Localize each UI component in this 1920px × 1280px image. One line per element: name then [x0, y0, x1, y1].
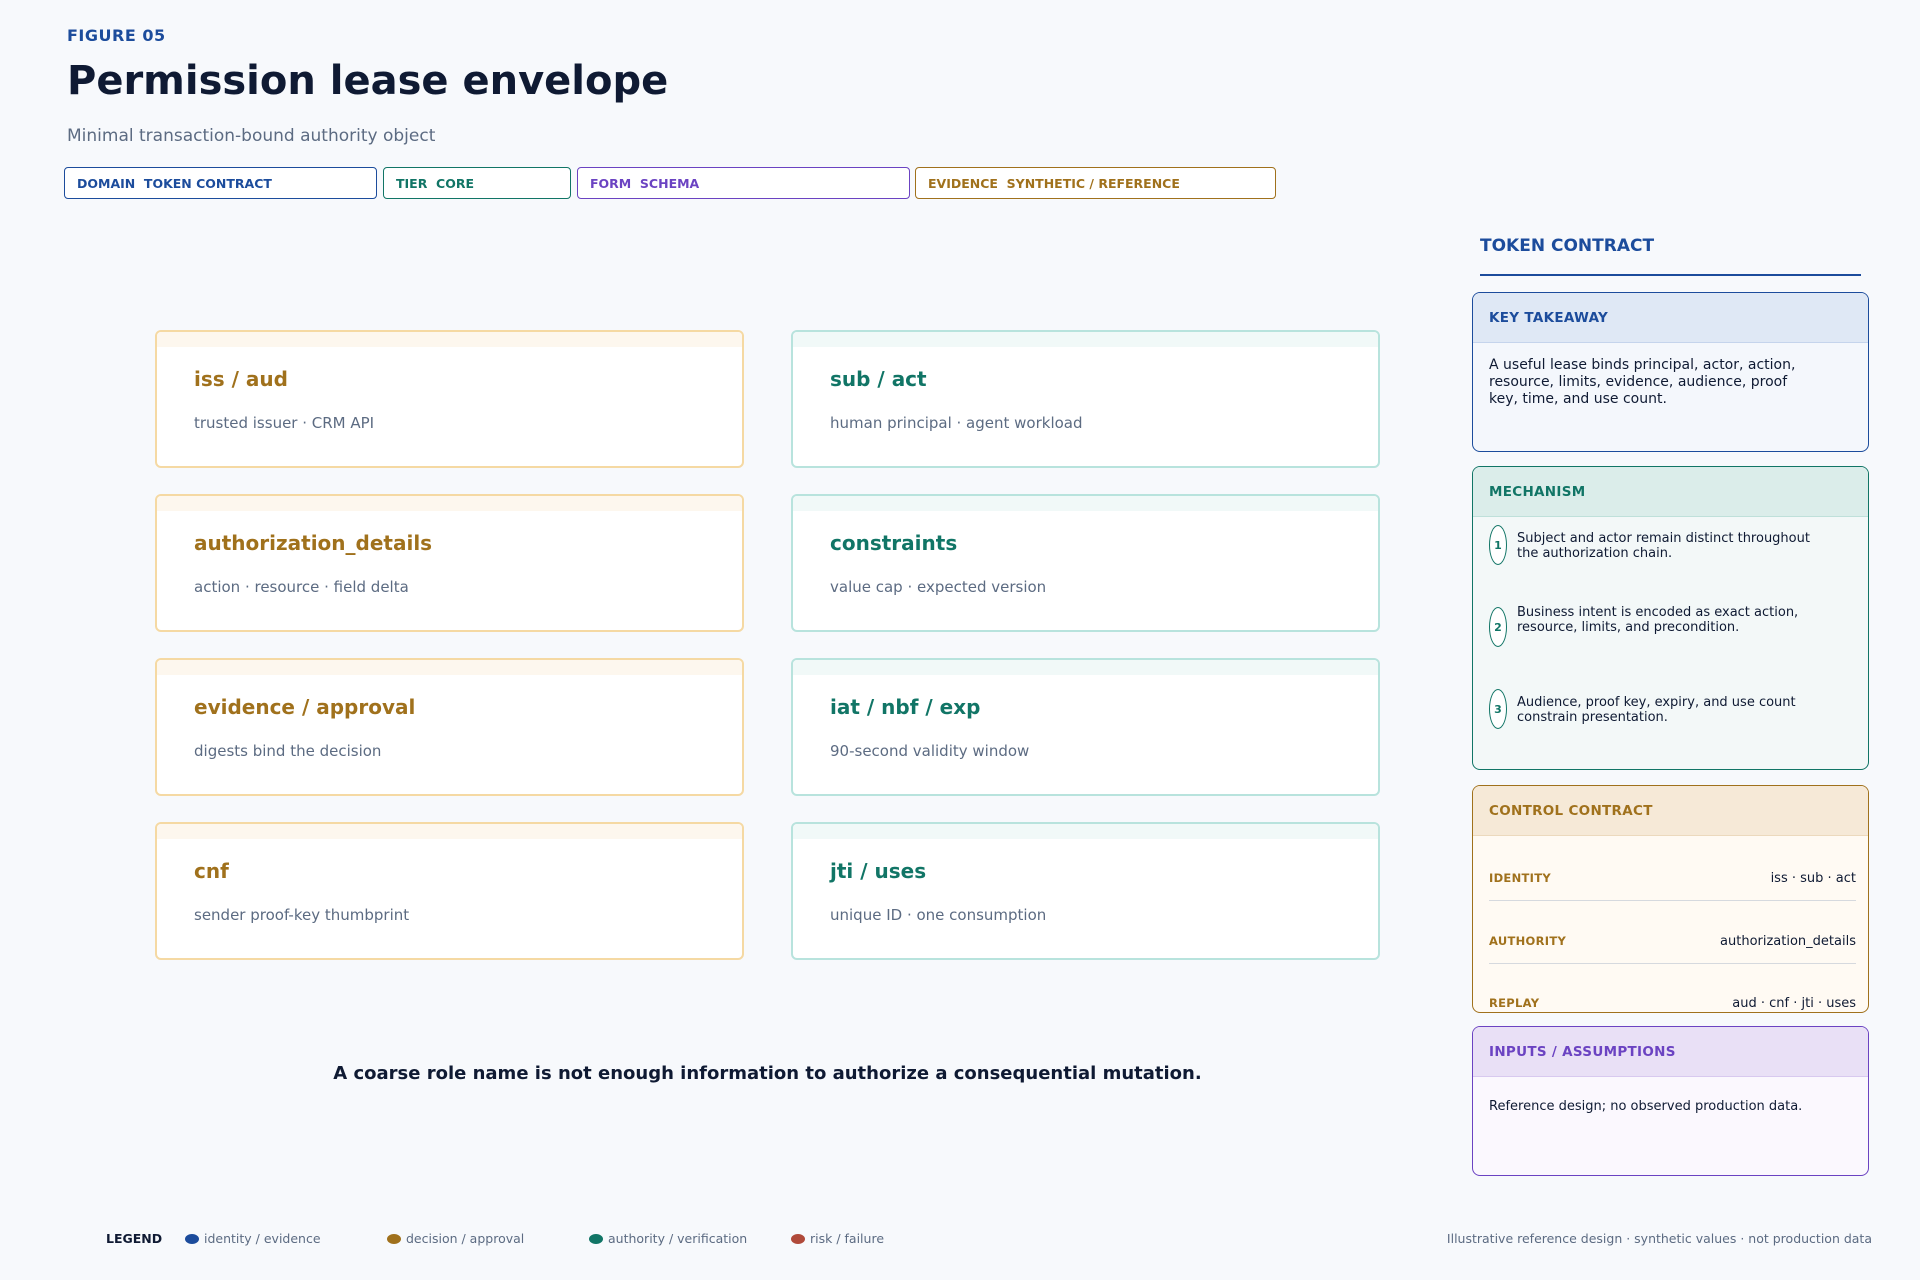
tag-tier: TIER CORE	[383, 167, 571, 199]
field-card-sub-act: sub / act human principal · agent worklo…	[791, 330, 1380, 468]
card-band	[793, 496, 1378, 511]
control-value: aud · cnf · jti · uses	[1732, 995, 1856, 1011]
mechanism-box: MECHANISM 1 Subject and actor remain dis…	[1472, 466, 1869, 770]
box-title: KEY TAKEAWAY	[1473, 293, 1868, 343]
field-title: iss / aud	[194, 367, 288, 391]
box-title: INPUTS / ASSUMPTIONS	[1473, 1027, 1868, 1077]
card-band	[793, 332, 1378, 347]
legend-item-label: risk / failure	[810, 1231, 885, 1246]
row-divider	[1489, 963, 1856, 964]
card-band	[157, 660, 742, 675]
legend-dot-icon	[387, 1233, 401, 1244]
field-card-cnf: cnf sender proof-key thumbprint	[155, 822, 744, 960]
field-card-authorization-details: authorization_details action · resource …	[155, 494, 744, 632]
panel-divider	[1480, 274, 1861, 276]
box-text: A useful lease binds principal, actor, a…	[1489, 357, 1796, 407]
control-key: IDENTITY	[1489, 871, 1551, 885]
footer-note: Illustrative reference design · syntheti…	[1446, 1231, 1872, 1246]
row-divider	[1489, 900, 1856, 901]
tag-domain: DOMAIN TOKEN CONTRACT	[64, 167, 377, 199]
control-row: REPLAY aud · cnf · jti · uses	[1489, 993, 1856, 1012]
figure-label: FIGURE 05	[67, 26, 166, 45]
field-detail: sender proof-key thumbprint	[194, 906, 410, 924]
step-text: Audience, proof key, expiry, and use cou…	[1517, 695, 1796, 725]
legend-item-identity: identity / evidence	[185, 1231, 321, 1246]
field-detail: 90-second validity window	[830, 742, 1030, 760]
step-text: Subject and actor remain distinct throug…	[1517, 531, 1810, 561]
field-card-jti-uses: jti / uses unique ID · one consumption	[791, 822, 1380, 960]
box-title: MECHANISM	[1473, 467, 1868, 517]
field-title: authorization_details	[194, 531, 433, 555]
field-detail: action · resource · field delta	[194, 578, 409, 596]
step-number: 3	[1489, 689, 1507, 729]
field-detail: trusted issuer · CRM API	[194, 414, 375, 432]
control-row: IDENTITY iss · sub · act	[1489, 868, 1856, 888]
key-statement: A coarse role name is not enough informa…	[333, 1063, 1202, 1084]
field-detail: unique ID · one consumption	[830, 906, 1047, 924]
field-card-evidence-approval: evidence / approval digests bind the dec…	[155, 658, 744, 796]
step-text: Business intent is encoded as exact acti…	[1517, 605, 1799, 635]
control-row: AUTHORITY authorization_details	[1489, 931, 1856, 951]
page-title: Permission lease envelope	[67, 58, 669, 104]
legend-item-authority: authority / verification	[589, 1231, 747, 1246]
field-title: iat / nbf / exp	[830, 695, 981, 719]
field-title: constraints	[830, 531, 958, 555]
card-band	[157, 332, 742, 347]
field-detail: digests bind the decision	[194, 742, 382, 760]
step-number: 1	[1489, 525, 1507, 565]
field-title: evidence / approval	[194, 695, 416, 719]
legend-item-risk: risk / failure	[791, 1231, 884, 1246]
legend-dot-icon	[791, 1233, 805, 1244]
card-band	[157, 496, 742, 511]
inputs-assumptions-box: INPUTS / ASSUMPTIONS Reference design; n…	[1472, 1026, 1869, 1176]
control-key: AUTHORITY	[1489, 934, 1567, 948]
legend-dot-icon	[589, 1233, 603, 1244]
step-number: 2	[1489, 607, 1507, 647]
legend-dot-icon	[185, 1233, 199, 1244]
control-key: REPLAY	[1489, 996, 1540, 1010]
legend-item-label: authority / verification	[608, 1231, 748, 1246]
legend-item-label: decision / approval	[406, 1231, 525, 1246]
control-value: iss · sub · act	[1770, 870, 1856, 886]
legend-item-decision: decision / approval	[387, 1231, 524, 1246]
box-title: CONTROL CONTRACT	[1473, 786, 1868, 836]
tag-evidence: EVIDENCE SYNTHETIC / REFERENCE	[915, 167, 1276, 199]
panel-heading: TOKEN CONTRACT	[1480, 236, 1655, 256]
card-band	[793, 660, 1378, 675]
field-card-constraints: constraints value cap · expected version	[791, 494, 1380, 632]
card-band	[157, 824, 742, 839]
field-card-iss-aud: iss / aud trusted issuer · CRM API	[155, 330, 744, 468]
box-text: Reference design; no observed production…	[1489, 1099, 1803, 1114]
tag-form: FORM SCHEMA	[577, 167, 910, 199]
key-takeaway-box: KEY TAKEAWAY A useful lease binds princi…	[1472, 292, 1869, 452]
control-contract-box: CONTROL CONTRACT IDENTITY iss · sub · ac…	[1472, 785, 1869, 1013]
card-band	[793, 824, 1378, 839]
legend-item-label: identity / evidence	[204, 1231, 321, 1246]
control-value: authorization_details	[1720, 933, 1856, 949]
field-detail: value cap · expected version	[830, 578, 1047, 596]
field-card-iat-nbf-exp: iat / nbf / exp 90-second validity windo…	[791, 658, 1380, 796]
field-title: sub / act	[830, 367, 927, 391]
page-subtitle: Minimal transaction-bound authority obje…	[67, 126, 436, 146]
field-detail: human principal · agent workload	[830, 414, 1083, 432]
legend-label: LEGEND	[106, 1231, 163, 1246]
field-title: cnf	[194, 859, 229, 883]
field-title: jti / uses	[830, 859, 927, 883]
